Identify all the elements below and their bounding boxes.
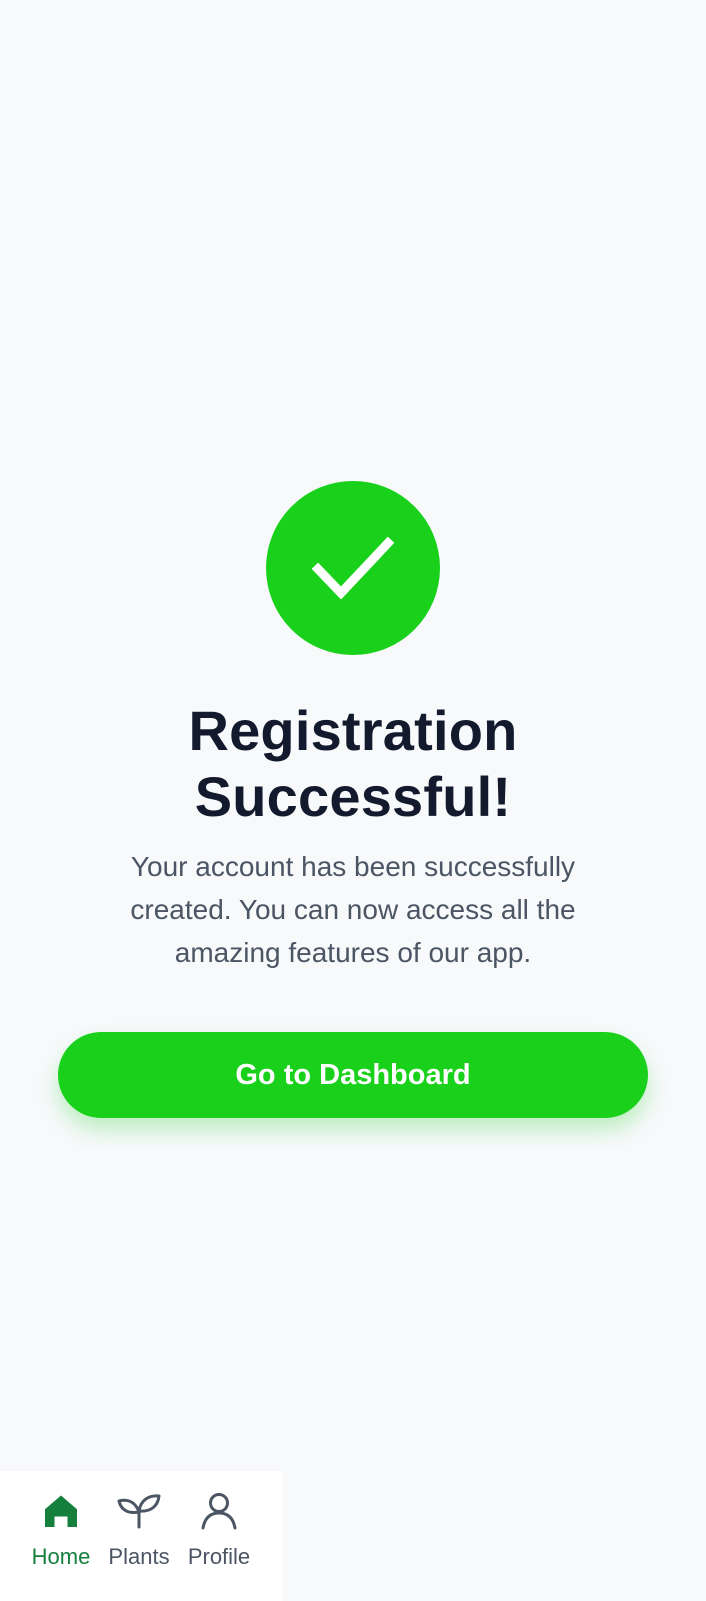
home-icon [21, 1490, 101, 1532]
success-message: Your account has been successfully creat… [130, 851, 576, 968]
go-to-dashboard-button[interactable]: Go to Dashboard [58, 1032, 648, 1118]
nav-item-label-plants: Plants [108, 1544, 170, 1569]
checkmark-icon [312, 537, 394, 599]
nav-item-label-profile: Profile [187, 1544, 251, 1569]
nav-item-plants[interactable]: Plants [99, 1490, 179, 1570]
user-icon [179, 1490, 259, 1532]
page-title: Registration Successful! [188, 699, 518, 828]
nav-item-label-home: Home [31, 1544, 91, 1569]
nav-item-home[interactable]: Home [21, 1490, 101, 1570]
leaf-icon [99, 1490, 179, 1532]
success-icon-circle [266, 481, 440, 655]
nav-item-profile[interactable]: Profile [179, 1490, 259, 1570]
bottom-navigation: Home Plants Profile [0, 1469, 282, 1601]
